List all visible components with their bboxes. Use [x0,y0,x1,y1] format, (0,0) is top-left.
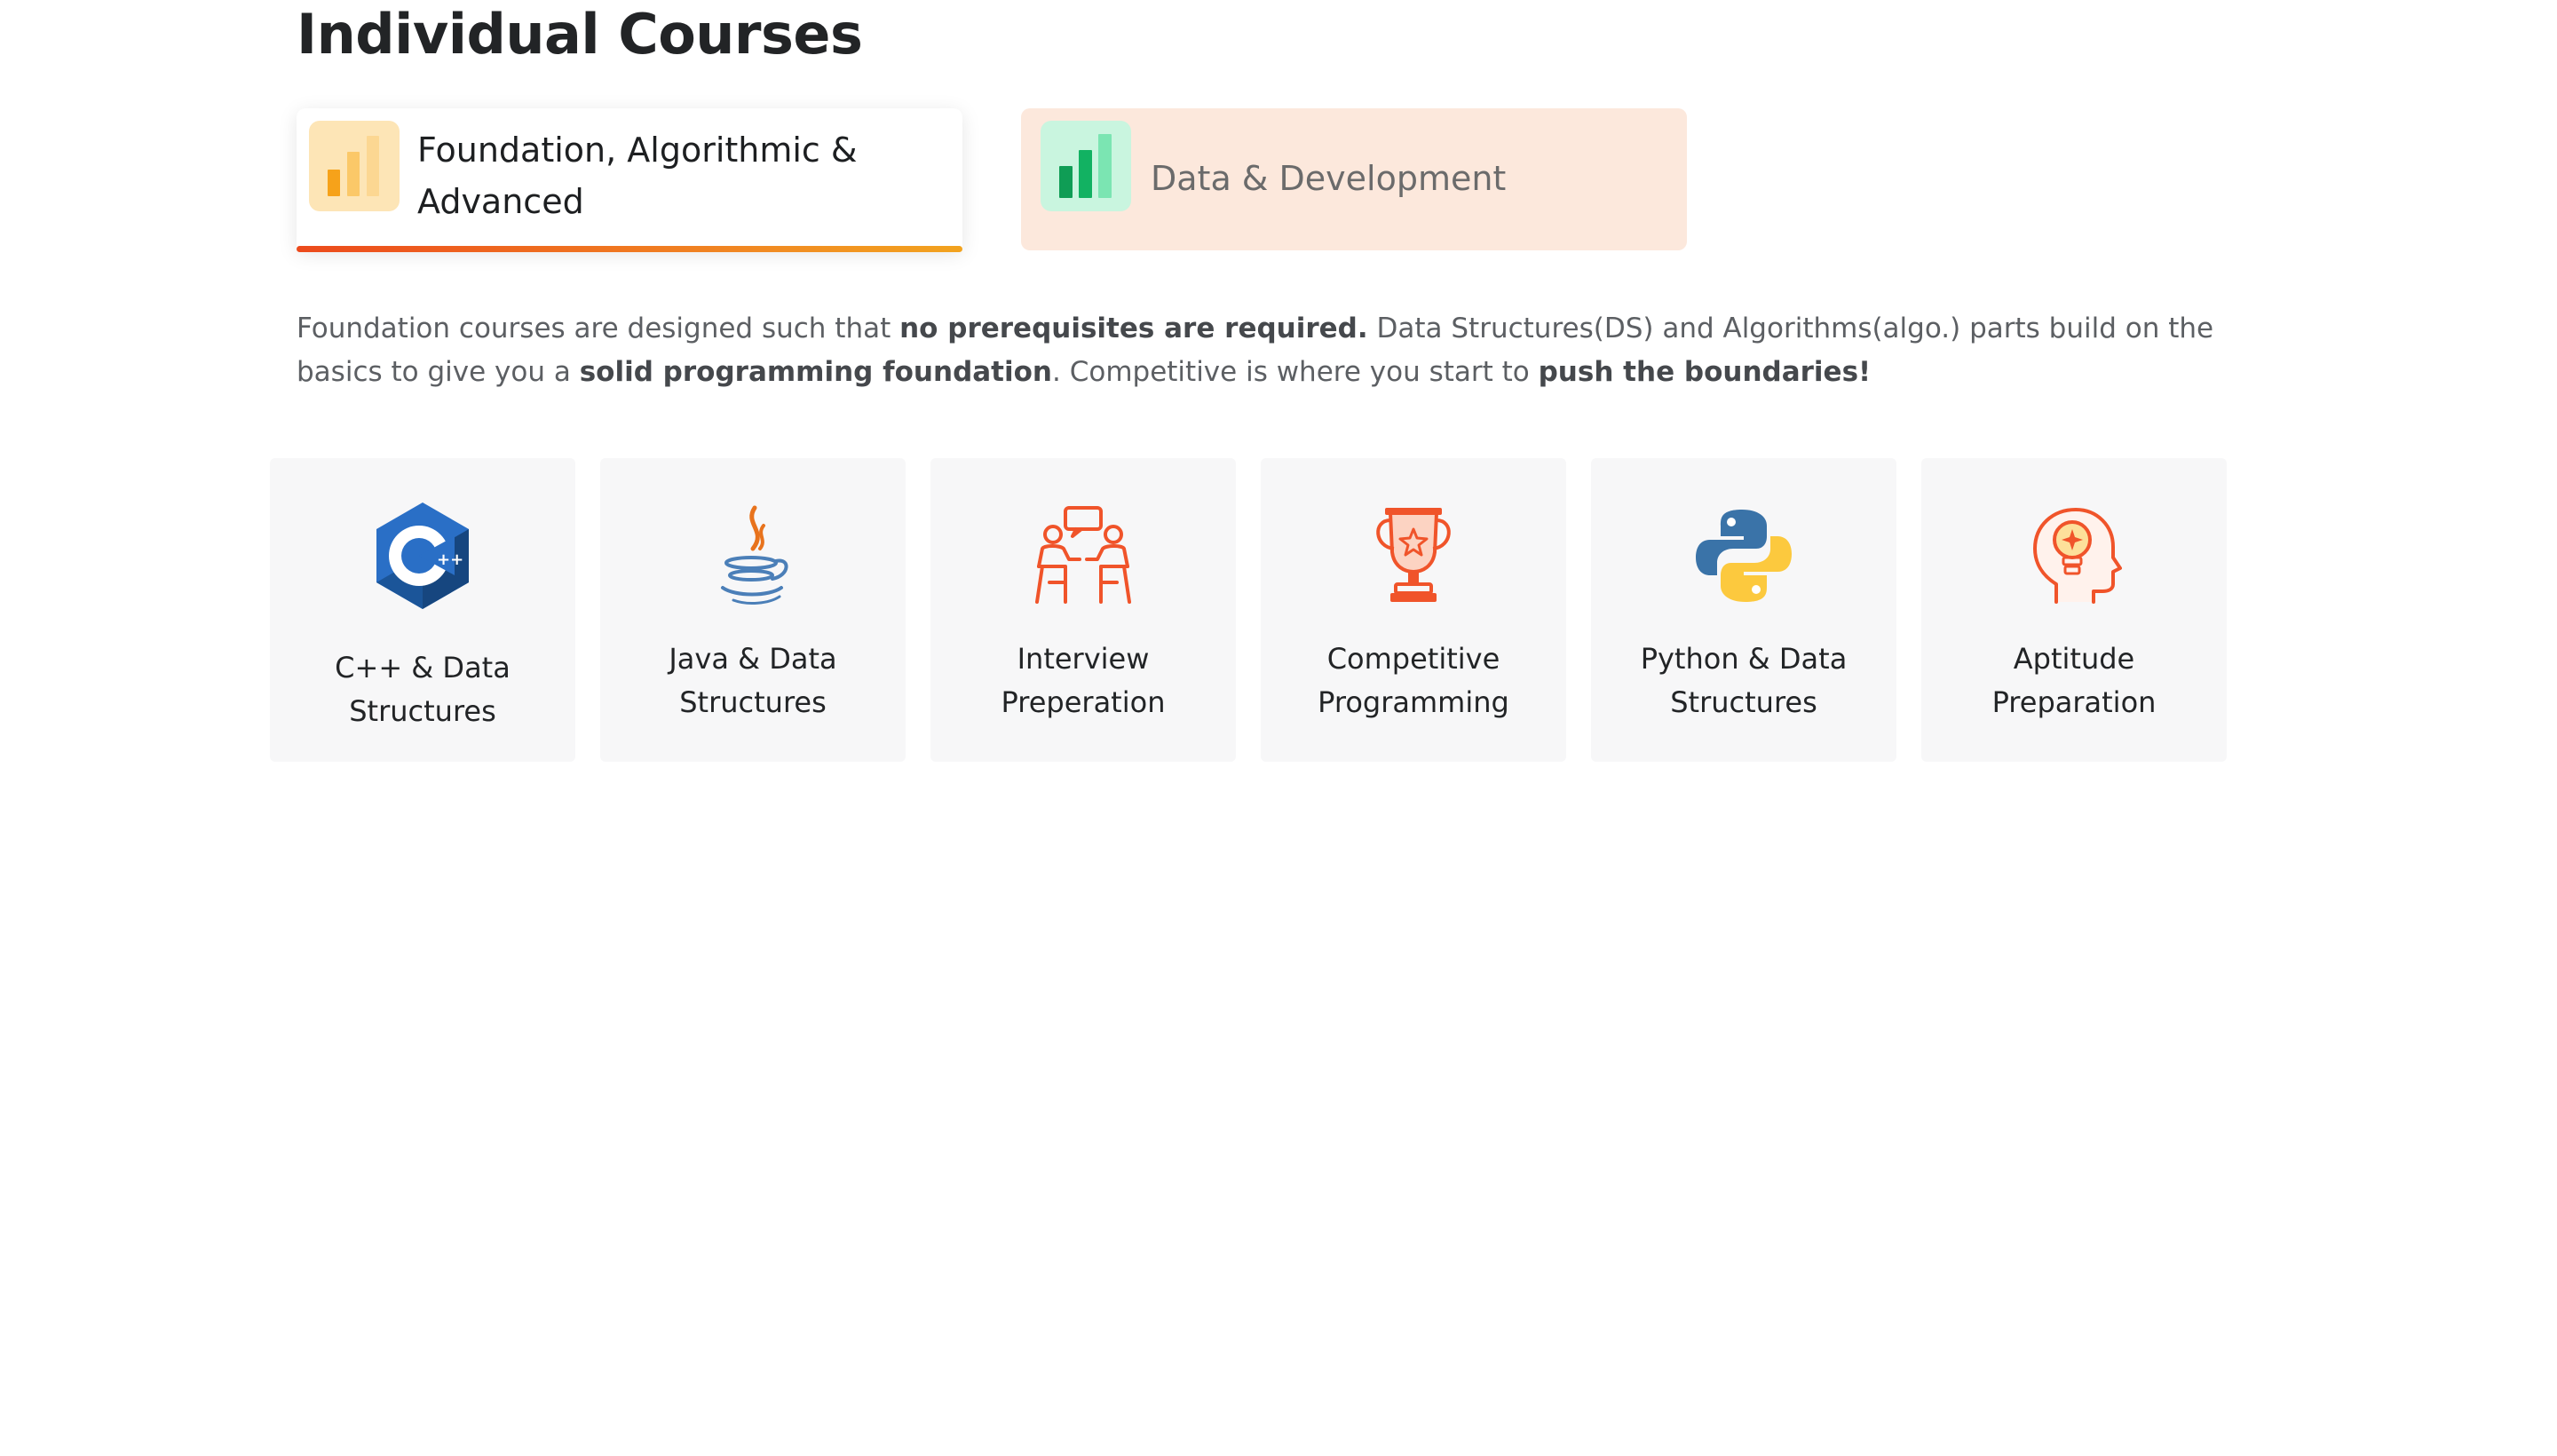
course-card-aptitude[interactable]: Aptitude Preparation [1921,458,2227,762]
course-label: Competitive Programming [1318,642,1509,719]
cplusplus-logo-icon: ++ [369,502,476,609]
interview-people-icon [1030,502,1136,609]
page: Individual Courses Foundation, Algorithm… [0,0,2557,1456]
course-card-java[interactable]: Java & Data Structures [600,458,906,762]
svg-text:++: ++ [437,550,463,569]
course-label: C++ & Data Structures [335,651,511,728]
active-tab-indicator [297,246,962,252]
tab-label: Foundation, Algorithmic & Advanced [417,131,858,221]
tab-data-development[interactable]: Data & Development [1021,108,1687,250]
page-title: Individual Courses [297,2,863,67]
head-lightbulb-icon [2021,502,2127,609]
trophy-icon [1360,502,1467,609]
course-card-competitive[interactable]: Competitive Programming [1261,458,1566,762]
tab-foundation-algorithmic-advanced[interactable]: Foundation, Algorithmic & Advanced [297,108,962,252]
course-label: Aptitude Preparation [1991,642,2157,719]
description-emphasis: push the boundaries! [1538,356,1872,388]
course-card-cpp[interactable]: ++ C++ & Data Structures [270,458,575,762]
course-card-interview[interactable]: Interview Preperation [930,458,1236,762]
description-text: Foundation courses are designed such tha… [297,313,900,344]
bar-chart-icon [309,121,400,211]
description-emphasis: solid programming foundation [579,356,1052,388]
tab-label: Data & Development [1151,159,1507,198]
description-text: . Competitive is where you start to [1052,356,1539,388]
course-label: Python & Data Structures [1640,642,1848,719]
python-logo-icon [1690,502,1797,609]
course-label: Java & Data Structures [669,642,837,719]
course-card-python[interactable]: Python & Data Structures [1591,458,1896,762]
java-logo-icon [700,502,806,609]
course-label: Interview Preperation [1001,642,1166,719]
bar-chart-icon [1041,121,1131,211]
category-description: Foundation courses are designed such tha… [297,307,2303,394]
description-emphasis: no prerequisites are required. [899,313,1368,344]
